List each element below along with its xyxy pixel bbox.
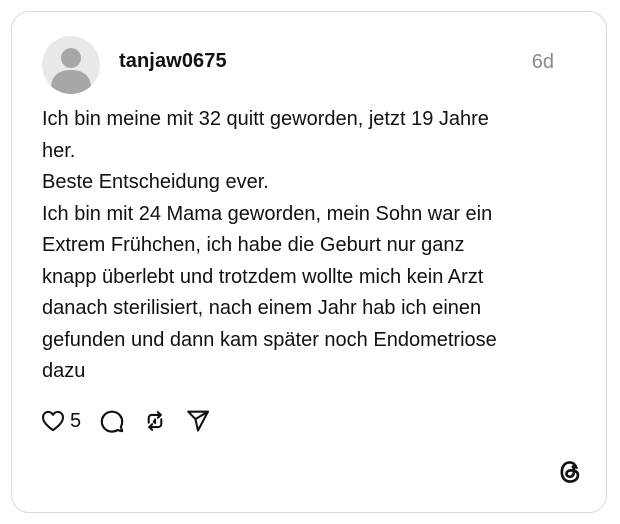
post-text-line: her. <box>42 139 76 162</box>
post-text-line: Beste Entscheidung ever. <box>42 171 269 193</box>
send-icon <box>187 410 210 432</box>
post-text-line: Ich bin meine mit 32 quitt geworden, jet… <box>42 108 489 130</box>
post-actions: 5 <box>40 406 211 436</box>
post-text-line: danach sterilisiert, nach einem Jahr hab… <box>42 297 482 319</box>
repost-icon <box>147 411 163 431</box>
post-card[interactable]: tanjaw0675 6d Ich bin meine mit 32 quitt… <box>11 11 607 513</box>
avatar[interactable] <box>42 36 100 94</box>
share-button[interactable] <box>185 408 211 434</box>
post-timestamp: 6d <box>531 51 554 73</box>
heart-icon <box>42 410 64 432</box>
like-button[interactable]: 5 <box>40 408 81 434</box>
post-text-line: gefunden und dann kam später noch Endome… <box>42 328 497 351</box>
threads-logo-icon <box>556 458 584 486</box>
repost-button[interactable] <box>142 408 168 434</box>
post-body: Ich bin meine mit 32 quitt geworden, jet… <box>42 104 582 388</box>
post-text-line: dazu <box>42 360 86 382</box>
like-count: 5 <box>70 409 82 432</box>
post-text-line: Extrem Frühchen, ich habe die Geburt nur… <box>42 234 465 256</box>
comment-icon <box>100 410 124 433</box>
post-text-line: Ich bin mit 24 Mama geworden, mein Sohn … <box>42 202 493 225</box>
user-avatar-icon <box>51 48 91 94</box>
reply-button[interactable] <box>99 408 125 434</box>
post-text-line: knapp überlebt und trotzdem wollte mich … <box>42 265 484 288</box>
username[interactable]: tanjaw0675 <box>119 50 227 73</box>
